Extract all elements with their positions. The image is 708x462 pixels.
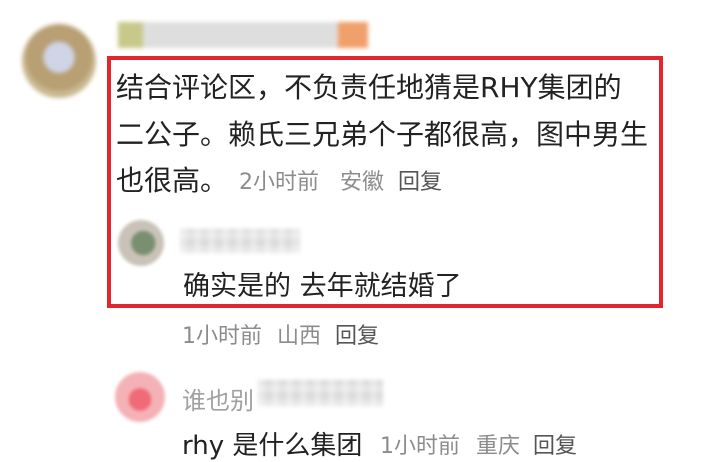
reply2-location: 重庆 [476,434,521,459]
reply-avatar[interactable] [118,220,164,266]
username-blurred [118,22,368,48]
reply2-time: 1小时前 [380,434,460,459]
reply-text: 确实是的 去年就结婚了 [183,271,462,302]
reply-location: 山西 [277,324,322,349]
reply2-reply-button[interactable]: 回复 [533,428,577,460]
reply-time: 1小时前 [182,324,262,349]
comment-line-1: 结合评论区，不负责任地猜是RHY集团的 [116,71,622,104]
reply2-text: rhy 是什么集团 [182,431,363,461]
reply2-avatar[interactable] [115,372,165,422]
reply2-username: 谁也别 [182,387,254,415]
comment-time: 2小时前 [239,170,319,195]
reply-reply-button[interactable]: 回复 [335,318,379,350]
comment-location: 安徽 [340,170,385,195]
comment-line-2: 二公子。赖氏三兄弟个子都很高，图中男生 [116,118,649,151]
comment-line-3: 也很高。 [116,164,229,197]
reply2-username-blurred [258,380,383,406]
reply-username-blurred [180,229,300,253]
avatar[interactable] [22,24,96,98]
comment-reply-button[interactable]: 回复 [398,164,442,196]
